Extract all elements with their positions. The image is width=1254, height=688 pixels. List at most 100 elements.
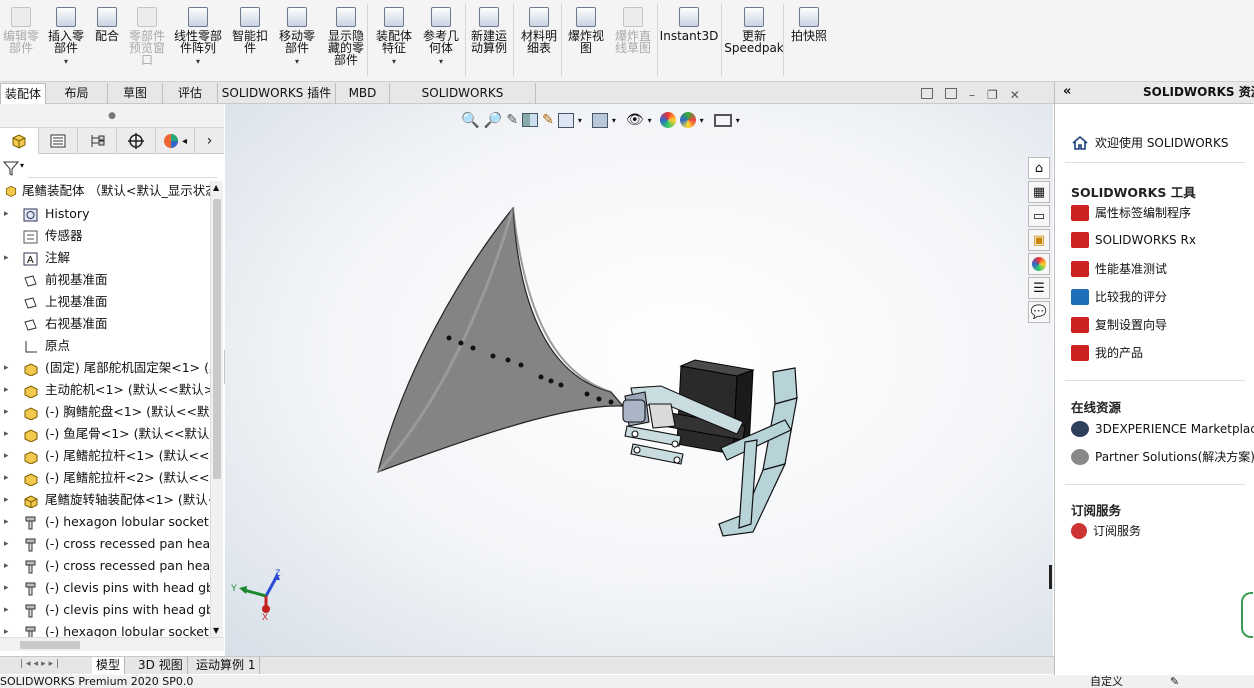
expand-arrow-icon[interactable]: ▸	[4, 511, 12, 533]
explode-line-sketch-button[interactable]: 爆炸直 线草图	[610, 4, 656, 80]
scroll-down-arrow[interactable]: ▼	[213, 626, 219, 635]
tree-item[interactable]: ▸ 尾鳍旋转轴装配体<1> (默认<	[0, 489, 210, 511]
motion-study-button[interactable]: 新建运 动算例	[466, 4, 512, 80]
tree-item[interactable]: 前视基准面	[0, 269, 210, 291]
tab-scroll-left-icon[interactable]: ◂	[182, 136, 187, 147]
smart-fasteners-button[interactable]: 智能扣件	[228, 4, 272, 80]
zoom-to-fit-icon[interactable]: 🔍	[461, 111, 480, 129]
show-hidden-button[interactable]: 显示隐 藏的零 部件	[322, 4, 370, 80]
insert-component-button[interactable]: 插入零 部件 ▾	[44, 4, 88, 80]
hide-show-items-icon[interactable]: 👁	[626, 112, 644, 128]
apply-scene-dropdown-icon[interactable]: ▾	[700, 116, 704, 125]
tree-item[interactable]: ▸ (-) cross recessed pan head	[0, 555, 210, 577]
tab-3d-views[interactable]: 3D 视图	[134, 657, 188, 674]
window-restore-icon[interactable]: ❐	[987, 88, 998, 102]
tool-link[interactable]: 比较我的评分	[1071, 288, 1167, 305]
tree-item[interactable]: 原点	[0, 335, 210, 357]
tool-link[interactable]: 属性标签编制程序	[1071, 204, 1191, 221]
tree-item[interactable]: ▸ (-) 尾鳍舵拉杆<1> (默认<<默	[0, 445, 210, 467]
expand-arrow-icon[interactable]: ▸	[4, 357, 12, 379]
assembly-features-button[interactable]: 装配体 特征 ▾	[372, 4, 416, 80]
tool-link[interactable]: 复制设置向导	[1071, 316, 1167, 333]
tree-item[interactable]: ▸ (-) clevis pins with head gb-	[0, 577, 210, 599]
tab-scroll-right-icon[interactable]: ›	[195, 128, 224, 154]
left-panel-top-grip[interactable]: ●	[0, 104, 224, 128]
dropdown-arrow-icon[interactable]: ▾	[64, 56, 68, 68]
appearances-tab-icon[interactable]	[1028, 253, 1050, 275]
tree-item[interactable]: ▸ (-) 尾鳍舵拉杆<2> (默认<<默	[0, 467, 210, 489]
tab-solidworks-addins[interactable]: SOLIDWORKS 插件	[218, 83, 336, 104]
view-orientation-icon[interactable]	[557, 112, 574, 128]
tree-item[interactable]: ▸ (固定) 尾部舵机固定架<1> (默	[0, 357, 210, 379]
scroll-up-arrow[interactable]: ▲	[213, 183, 219, 192]
custom-properties-tab-icon[interactable]: ☰	[1028, 277, 1050, 299]
expand-arrow-icon[interactable]: ▸	[4, 621, 12, 637]
filter-icon[interactable]	[3, 160, 19, 176]
status-customize[interactable]: 自定义	[1090, 675, 1123, 688]
tab-layout[interactable]: 布局	[46, 83, 108, 104]
expand-arrow-icon[interactable]: ▸	[4, 533, 12, 555]
expand-arrow-icon[interactable]: ▸	[4, 445, 12, 467]
edit-appearance-icon[interactable]	[659, 112, 676, 128]
section-view-icon[interactable]	[522, 113, 539, 127]
tree-horizontal-scrollbar[interactable]	[0, 637, 224, 651]
view-settings-icon[interactable]	[713, 113, 732, 127]
subscription-link[interactable]: 订阅服务	[1071, 522, 1141, 539]
tab-model[interactable]: 模型	[92, 657, 126, 674]
scroll-thumb[interactable]	[213, 199, 221, 479]
tree-item[interactable]: 上视基准面	[0, 291, 210, 313]
expand-arrow-icon[interactable]: ▸	[4, 379, 12, 401]
tree-vertical-scrollbar[interactable]: ▲ ▼	[210, 181, 223, 637]
tree-item[interactable]: ▸ (-) 胸鳍舵盘<1> (默认<<默认	[0, 401, 210, 423]
tree-item[interactable]: 传感器	[0, 225, 210, 247]
file-explorer-tab-icon[interactable]: ▭	[1028, 205, 1050, 227]
expand-arrow-icon[interactable]: ▸	[4, 489, 12, 511]
speedpak-button[interactable]: 更新 Speedpak	[724, 4, 784, 80]
instant3d-button[interactable]: Instant3D	[658, 4, 720, 80]
filter-dropdown-icon[interactable]: ▾	[20, 161, 24, 170]
window-close-icon[interactable]: ✕	[1010, 88, 1020, 102]
online-resource-link[interactable]: Partner Solutions(解决方案)	[1071, 448, 1254, 465]
tree-item[interactable]: ▸ (-) cross recessed pan head	[0, 533, 210, 555]
configuration-manager-tab-icon[interactable]	[78, 128, 117, 154]
tree-item[interactable]: 右视基准面	[0, 313, 210, 335]
task-pane-vertical-scrollbar[interactable]	[1241, 592, 1253, 638]
edit-component-button[interactable]: 编辑零 部件	[0, 4, 42, 80]
tool-link[interactable]: 性能基准测试	[1071, 260, 1167, 277]
tree-item[interactable]: ▸ (-) hexagon lobular socket r	[0, 621, 210, 637]
solidworks-resources-tab-icon[interactable]: ⌂	[1028, 157, 1050, 179]
display-manager-tab-icon[interactable]: ◂	[156, 128, 195, 154]
expand-arrow-icon[interactable]: ▸	[4, 577, 12, 599]
view-orientation-dropdown-icon[interactable]: ▾	[578, 116, 582, 125]
expand-arrow-icon[interactable]: ▸	[4, 401, 12, 423]
exploded-view-button[interactable]: 爆炸视图	[564, 4, 608, 80]
expand-arrow-icon[interactable]: ▸	[4, 467, 12, 489]
dropdown-arrow-icon[interactable]: ▾	[439, 56, 443, 68]
tree-root-row[interactable]: 尾鳍装配体 （默认<默认_显示状态-	[0, 181, 224, 201]
collapse-pane-icon[interactable]: «	[1063, 82, 1071, 102]
display-style-icon[interactable]	[591, 112, 608, 128]
tab-mbd[interactable]: MBD	[336, 83, 390, 104]
view-palette-tab-icon[interactable]: ▣	[1028, 229, 1050, 251]
tab-nav-arrows[interactable]: |◂◂▸▸|	[20, 659, 62, 669]
tab-motion-study-1[interactable]: 运动算例 1	[192, 657, 261, 674]
tree-item[interactable]: ▸ History	[0, 203, 210, 225]
expand-arrow-icon[interactable]: ▸	[4, 203, 12, 225]
tab-assembly[interactable]: 装配体	[0, 83, 46, 104]
view-settings-dropdown-icon[interactable]: ▾	[736, 116, 740, 125]
dynamic-annotation-icon[interactable]: ✎	[542, 112, 554, 128]
hscroll-thumb[interactable]	[20, 641, 80, 649]
expand-arrow-icon[interactable]: ▸	[4, 599, 12, 621]
dimxpert-tab-icon[interactable]	[117, 128, 156, 154]
tree-item[interactable]: ▸ 主动舵机<1> (默认<<默认>_	[0, 379, 210, 401]
property-manager-tab-icon[interactable]	[39, 128, 78, 154]
tree-item[interactable]: ▸ A 注解	[0, 247, 210, 269]
window-tile-right-icon[interactable]	[945, 88, 957, 99]
tree-item[interactable]: ▸ (-) clevis pins with head gb-	[0, 599, 210, 621]
window-minimize-icon[interactable]: –	[969, 88, 975, 102]
camera-button[interactable]: 拍快照	[786, 4, 832, 80]
dropdown-arrow-icon[interactable]: ▾	[392, 56, 396, 68]
apply-scene-icon[interactable]	[679, 112, 696, 128]
window-tile-left-icon[interactable]	[921, 88, 933, 99]
tool-link[interactable]: SOLIDWORKS Rx	[1071, 232, 1196, 248]
